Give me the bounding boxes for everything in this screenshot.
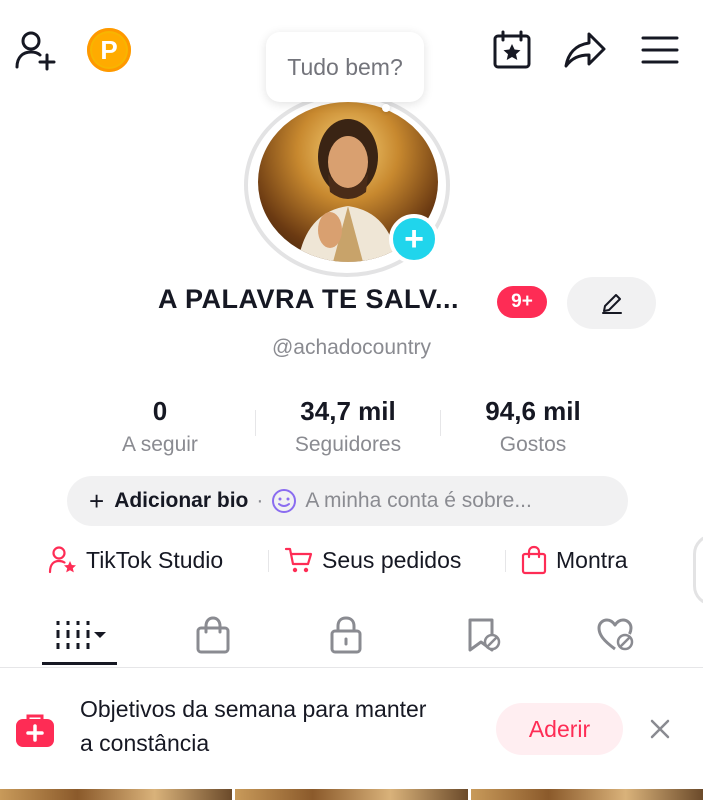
calendar-button[interactable] [490, 28, 534, 72]
tab-liked[interactable] [583, 604, 649, 666]
link-divider [505, 550, 506, 572]
join-goal-button[interactable]: Aderir [496, 703, 623, 755]
status-text: Tudo bem? [287, 53, 403, 80]
share-button[interactable] [562, 28, 608, 72]
video-thumbnail[interactable] [235, 789, 468, 800]
link-divider [268, 550, 269, 572]
add-bio-label: Adicionar bio [114, 489, 249, 512]
video-thumbnail[interactable] [470, 789, 703, 800]
video-thumbnail[interactable] [0, 789, 233, 800]
tab-shop[interactable] [180, 604, 246, 666]
menu-button[interactable] [638, 28, 682, 72]
edit-profile-button[interactable] [567, 277, 656, 329]
link-label: TikTok Studio [86, 546, 224, 573]
heart-hidden-icon [597, 618, 634, 651]
stat-divider [440, 410, 441, 436]
tab-saved[interactable] [450, 604, 516, 666]
stat-value: 94,6 mil [485, 396, 581, 426]
grid-icon [56, 621, 106, 649]
quick-links-row: TikTok Studio Seus pedidos Montra [0, 540, 703, 580]
bookmark-hidden-icon [468, 618, 501, 652]
tab-videos[interactable] [42, 604, 117, 666]
stat-following[interactable]: 0 A seguir [100, 396, 220, 457]
weekly-goal-text: Objetivos da semana para manter a constâ… [80, 696, 427, 756]
plus-icon: + [89, 485, 105, 516]
stat-followers[interactable]: 34,7 mil Seguidores [270, 396, 426, 457]
scroll-edge-button[interactable] [693, 534, 703, 606]
lock-icon [330, 616, 362, 654]
stat-value: 34,7 mil [300, 396, 396, 426]
tiktok-studio-link[interactable]: TikTok Studio [48, 540, 223, 580]
pencil-icon [601, 294, 622, 314]
tab-private[interactable] [313, 604, 379, 666]
link-label: Montra [556, 546, 628, 573]
video-thumbnails-row [0, 789, 703, 800]
notification-badge[interactable]: 9+ [497, 286, 547, 318]
coin-icon[interactable]: P [87, 28, 131, 72]
showcase-link[interactable]: Montra [520, 540, 628, 580]
close-icon[interactable] [646, 715, 674, 743]
profile-tabs [0, 604, 703, 668]
bio-placeholder: A minha conta é sobre... [305, 489, 532, 512]
add-photo-button[interactable]: + [389, 214, 439, 264]
orders-link[interactable]: Seus pedidos [284, 540, 461, 580]
stat-label: A seguir [122, 433, 198, 456]
link-label: Seus pedidos [322, 546, 462, 573]
stat-divider [255, 410, 256, 436]
display-name: A PALAVRA TE SALV... [158, 284, 460, 314]
bio-separator: · [256, 489, 264, 512]
hamburger-menu-icon [641, 36, 679, 64]
status-bubble[interactable]: Tudo bem? [266, 32, 424, 102]
bag-icon [196, 616, 230, 654]
calendar-star-icon [493, 30, 531, 69]
cart-icon [284, 547, 313, 573]
stat-value: 0 [152, 396, 168, 426]
plus-icon: + [404, 220, 424, 258]
stat-label: Seguidores [294, 433, 402, 456]
add-friend-button[interactable] [12, 28, 58, 72]
stat-likes[interactable]: 94,6 mil Gostos [458, 396, 608, 457]
shopping-bag-icon [521, 545, 547, 575]
active-tab-indicator [42, 662, 117, 665]
person-add-icon [15, 31, 56, 71]
bubble-tail [382, 104, 390, 112]
person-star-icon [48, 546, 76, 574]
username-handle: @achadocountry [271, 336, 432, 359]
stat-label: Gostos [499, 433, 567, 456]
smile-icon [272, 489, 297, 513]
add-bio-button[interactable]: + Adicionar bio · A minha conta é sobre.… [67, 476, 628, 526]
medical-bag-plus-icon [16, 714, 54, 747]
share-arrow-icon [564, 32, 606, 68]
